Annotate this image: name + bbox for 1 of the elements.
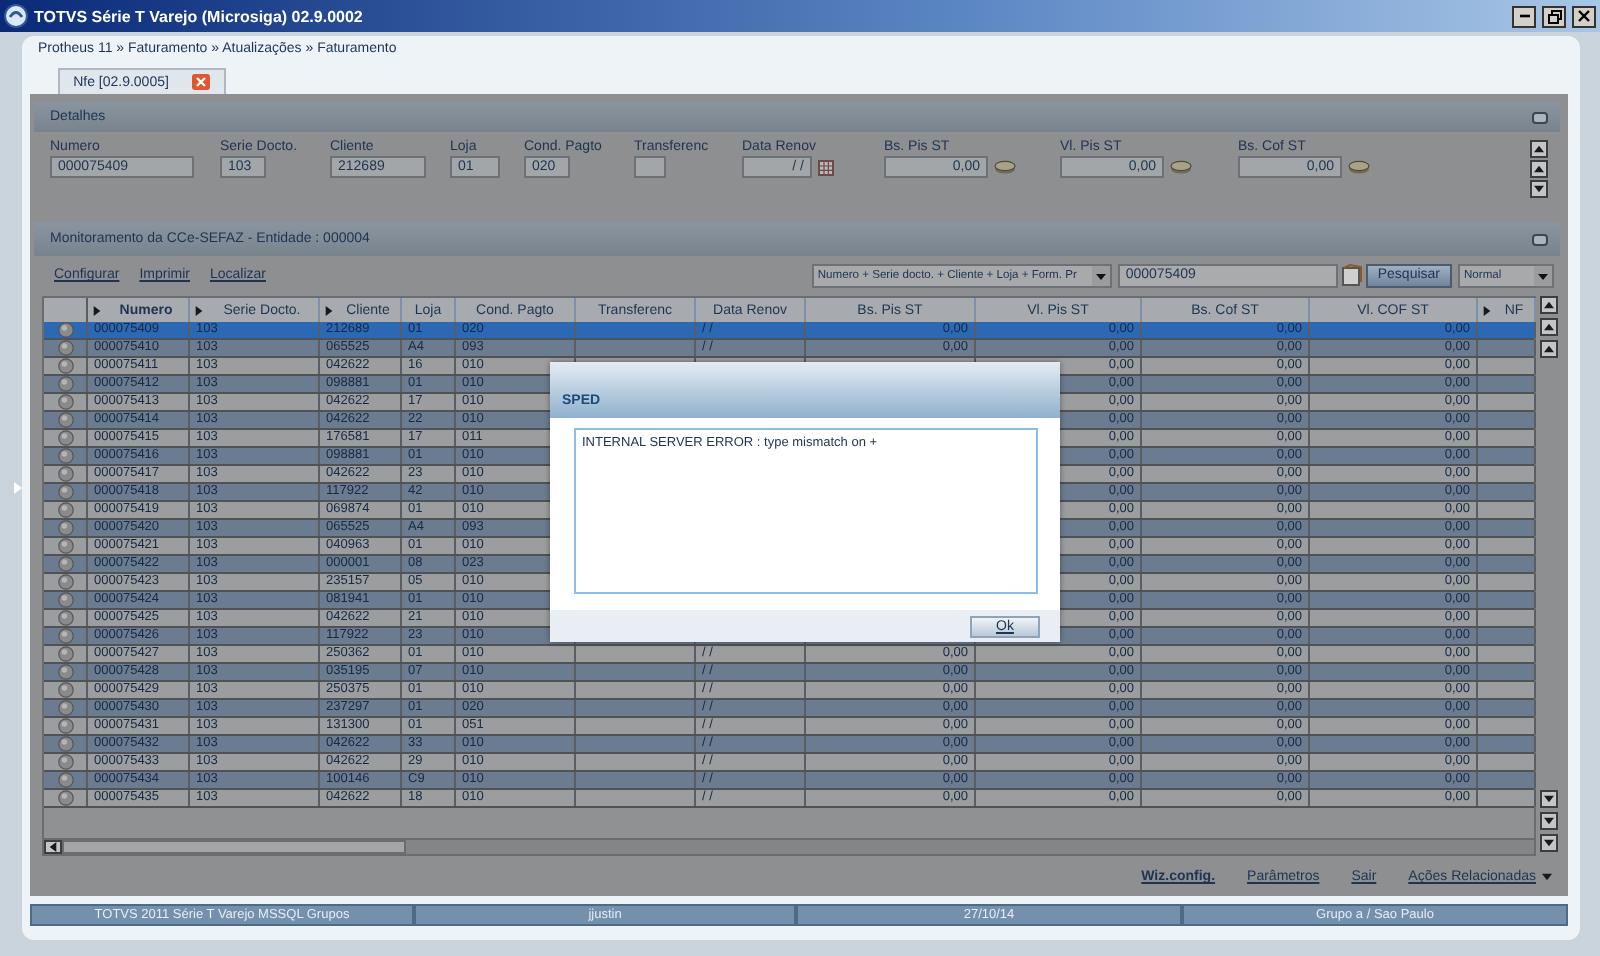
window-title: TOTVS Série T Varejo (Microsiga) 02.9.0002: [34, 7, 365, 25]
